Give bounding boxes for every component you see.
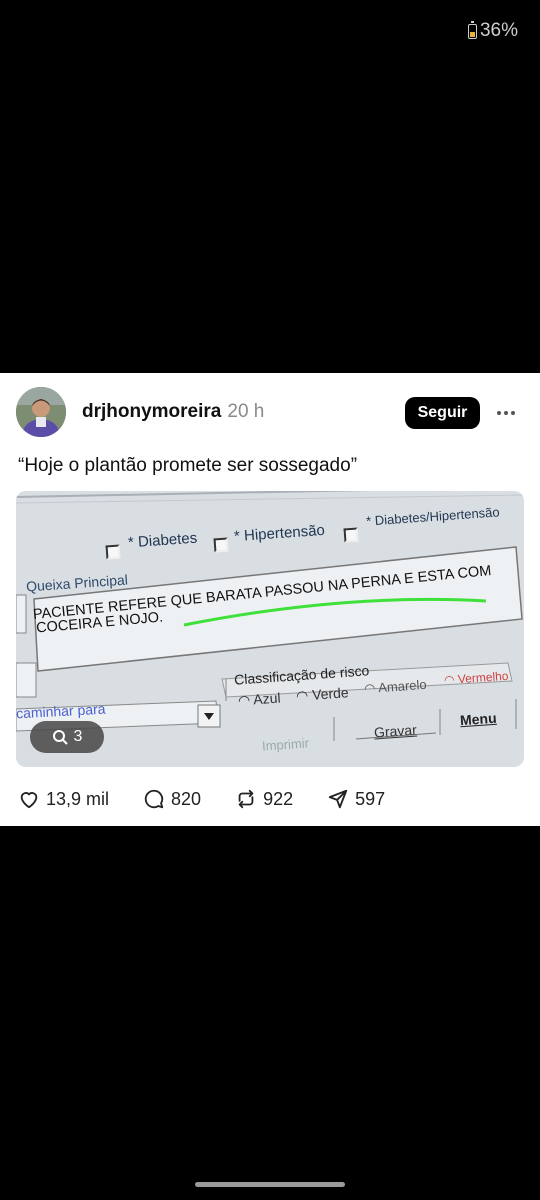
status-bar: 36% xyxy=(467,20,518,42)
image-count: 3 xyxy=(73,728,83,745)
post-time: 20 h xyxy=(227,401,265,422)
battery-icon xyxy=(467,20,477,39)
home-indicator[interactable] xyxy=(195,1182,345,1187)
risk-radio-azul[interactable]: ◠ Azul xyxy=(237,690,281,710)
image-counter: 3 xyxy=(30,721,104,753)
checkbox-diabetes-hipertensao[interactable] xyxy=(343,527,359,543)
zoom-icon xyxy=(52,730,68,745)
share-button[interactable]: 597 xyxy=(327,788,385,810)
more-options-icon[interactable] xyxy=(497,411,515,415)
checkbox-hipertensao[interactable] xyxy=(213,537,229,553)
share-count: 597 xyxy=(355,788,386,809)
send-icon xyxy=(328,789,348,809)
risk-verde-label: Verde xyxy=(311,684,350,703)
battery-percent: 36% xyxy=(479,20,518,41)
checkbox-diabetes[interactable] xyxy=(105,544,121,560)
like-count: 13,9 mil xyxy=(46,788,110,809)
avatar[interactable] xyxy=(16,387,66,437)
comment-button[interactable]: 820 xyxy=(143,788,201,810)
post-caption: “Hoje o plantão promete ser sossegado” xyxy=(18,455,358,476)
comment-count: 820 xyxy=(171,788,202,809)
menu-button[interactable]: Menu xyxy=(459,710,497,729)
username-link[interactable]: drjhonymoreira xyxy=(82,401,221,422)
heart-icon xyxy=(20,792,38,809)
repost-count: 922 xyxy=(263,788,294,809)
gravar-button[interactable]: Gravar xyxy=(373,722,417,741)
post-header: drjhonymoreira 20 h xyxy=(82,401,264,423)
repost-icon xyxy=(238,789,254,809)
comment-icon xyxy=(144,789,164,809)
post-image[interactable]: * Diabetes * Hipertensão * Diabetes/Hipe… xyxy=(16,491,524,767)
repost-button[interactable]: 922 xyxy=(235,788,293,810)
post-card: drjhonymoreira 20 h Seguir “Hoje o plantã… xyxy=(0,373,540,826)
like-button[interactable]: 13,9 mil xyxy=(18,788,109,810)
follow-button[interactable]: Seguir xyxy=(405,397,480,429)
risk-azul-label: Azul xyxy=(252,689,282,708)
risk-amarelo-label: Amarelo xyxy=(377,676,428,696)
post-actions: 13,9 mil 820 922 597 xyxy=(18,788,419,810)
